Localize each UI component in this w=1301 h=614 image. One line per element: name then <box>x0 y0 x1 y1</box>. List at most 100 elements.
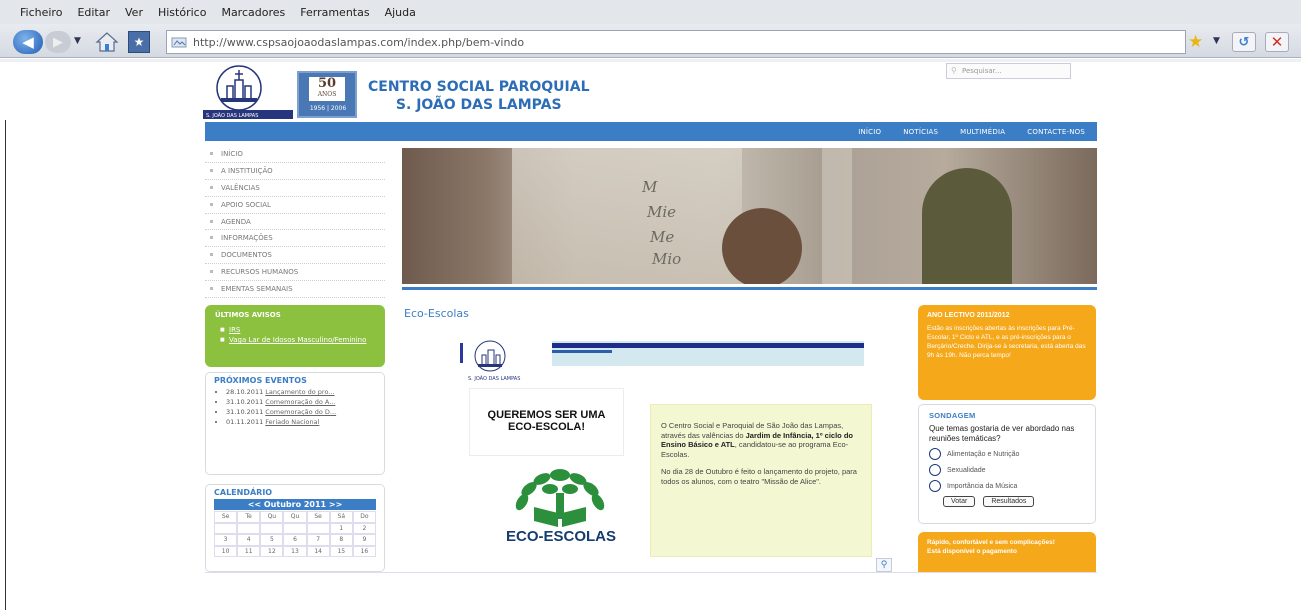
browser-menubar: Ficheiro Editar Ver Histórico Marcadores… <box>0 0 1301 24</box>
poll-option-label: Sexualidade <box>947 466 986 474</box>
eventos-box: PRÓXIMOS EVENTOS 28.10.2011 Lançamento d… <box>205 372 385 475</box>
calendar-month-nav[interactable]: << Outubro 2011 >> <box>214 499 376 510</box>
poll-option-label: Alimentação e Nutrição <box>947 450 1020 458</box>
menu-item-ver[interactable]: Ver <box>125 6 143 19</box>
calendar-day[interactable]: 11 <box>237 545 261 557</box>
event-link[interactable]: Lançamento do pro... <box>265 388 334 396</box>
sidenav-item-agenda[interactable]: AGENDA <box>205 214 385 231</box>
sidenav-item-informacoes[interactable]: INFORMAÇÕES <box>205 230 385 248</box>
sidenav-item-apoio-social[interactable]: APOIO SOCIAL <box>205 197 385 214</box>
home-icon[interactable] <box>95 31 119 53</box>
badge-word: ANOS <box>317 91 337 98</box>
menu-item-ajuda[interactable]: Ajuda <box>385 6 416 19</box>
side-navigation: INÍCIO A INSTITUIÇÃO VALÊNCIAS APOIO SOC… <box>205 146 385 299</box>
event-item: 31.10.2011 Comemoração do A... <box>226 398 376 407</box>
sidenav-item-valencias[interactable]: VALÊNCIAS <box>205 180 385 197</box>
payment-line2: Está disponível o pagamento <box>927 548 1017 555</box>
radio-button[interactable] <box>929 480 941 492</box>
url-bar[interactable]: http://www.cspsaojoaodaslampas.com/index… <box>166 30 1186 54</box>
calendar-day <box>283 522 307 534</box>
calendar-day[interactable]: 15 <box>329 545 353 557</box>
calendar-day[interactable]: 14 <box>306 545 330 557</box>
sidenav-item-inicio[interactable]: INÍCIO <box>205 146 385 163</box>
poll-option[interactable]: Importância da Música <box>929 480 1085 492</box>
event-date: 28.10.2011 <box>226 388 264 396</box>
site-title-line1: CENTRO SOCIAL PAROQUIAL <box>368 79 590 95</box>
topnav-contacte-nos[interactable]: CONTACTE-NOS <box>1027 128 1085 136</box>
article-text-box: O Centro Social e Paroquial de São João … <box>650 404 872 557</box>
event-link[interactable]: Comemoração do A... <box>265 398 335 406</box>
star-bookmark-icon[interactable]: ★ <box>1188 32 1203 52</box>
hero-image: M Mie Me Mio <box>402 148 1097 284</box>
menu-item-ferramentas[interactable]: Ferramentas <box>300 6 369 19</box>
calendar-day[interactable]: 10 <box>214 545 238 557</box>
calendar-weekday: Se <box>214 511 238 523</box>
calendar-day[interactable]: 2 <box>352 522 376 534</box>
menu-item-historico[interactable]: Histórico <box>158 6 206 19</box>
hero-divider <box>402 287 1097 290</box>
calendar-day[interactable]: 1 <box>329 522 353 534</box>
calendar-weekday: Qu <box>260 511 284 523</box>
event-item: 28.10.2011 Lançamento do pro... <box>226 388 376 397</box>
event-date: 31.10.2011 <box>226 398 264 406</box>
article-paragraph-1: O Centro Social e Paroquial de São João … <box>661 421 861 459</box>
calendar-day[interactable]: 13 <box>283 545 307 557</box>
parish-logo-icon[interactable]: S. JOÃO DAS LAMPAS <box>203 64 293 119</box>
top-navigation: INÍCIO NOTÍCIAS MULTIMÉDIA CONTACTE-NOS <box>205 122 1097 141</box>
payment-line1: Rápido, confortável e sem complicações! <box>927 539 1055 546</box>
radio-button[interactable] <box>929 464 941 476</box>
search-icon: ⚲ <box>951 66 957 75</box>
zoom-icon[interactable]: ⚲ <box>876 558 892 572</box>
bookmark-icon[interactable]: ★ <box>128 31 150 53</box>
event-link[interactable]: Feriado Nacional <box>265 418 319 426</box>
menu-item-ficheiro[interactable]: Ficheiro <box>20 6 62 19</box>
ano-letivo-text: Estão as inscrições abertas às inscriçõe… <box>927 325 1086 359</box>
stop-icon[interactable]: ✕ <box>1265 32 1289 52</box>
topnav-multimedia[interactable]: MULTIMÉDIA <box>960 128 1005 136</box>
event-link[interactable]: Comemoração do D... <box>265 408 336 416</box>
search-input[interactable]: ⚲ Pesquisar... <box>946 63 1071 79</box>
sidenav-item-documentos[interactable]: DOCUMENTOS <box>205 247 385 265</box>
sidenav-item-instituicao[interactable]: A INSTITUIÇÃO <box>205 163 385 180</box>
calendar-day[interactable]: 6 <box>283 534 307 546</box>
menu-item-editar[interactable]: Editar <box>77 6 110 19</box>
svg-text:S. JOÃO DAS LAMPAS: S. JOÃO DAS LAMPAS <box>468 375 520 382</box>
menu-item-marcadores[interactable]: Marcadores <box>221 6 285 19</box>
vote-button[interactable]: Votar <box>943 496 976 507</box>
calendar-day[interactable]: 3 <box>214 534 238 546</box>
calendar-day[interactable]: 16 <box>352 545 376 557</box>
calendar-weekday: Do <box>352 511 376 523</box>
url-text[interactable]: http://www.cspsaojoaodaslampas.com/index… <box>193 36 524 49</box>
history-dropdown-icon[interactable]: ▼ <box>74 36 81 46</box>
refresh-icon[interactable]: ↺ <box>1232 32 1256 52</box>
site-title-line2: S. JOÃO DAS LAMPAS <box>395 97 562 113</box>
aviso-link[interactable]: IRS <box>220 325 375 335</box>
payment-box[interactable]: Rápido, confortável e sem complicações! … <box>918 532 1096 572</box>
calendar-day[interactable]: 9 <box>352 534 376 546</box>
forward-arrow-icon[interactable]: ▶ <box>45 31 71 53</box>
poll-option[interactable]: Alimentação e Nutrição <box>929 448 1085 460</box>
window-left-edge <box>5 120 6 610</box>
calendar-day <box>214 522 238 534</box>
topnav-noticias[interactable]: NOTÍCIAS <box>903 128 938 136</box>
ano-letivo-box[interactable]: ANO LECTIVO 2011/2012 Estão as inscriçõe… <box>918 305 1096 400</box>
star-dropdown-icon[interactable]: ▼ <box>1213 36 1220 46</box>
topnav-inicio[interactable]: INÍCIO <box>858 128 881 136</box>
calendar-day[interactable]: 4 <box>237 534 261 546</box>
calendar-day[interactable]: 12 <box>260 545 284 557</box>
sidenav-item-recursos-humanos[interactable]: RECURSOS HUMANOS <box>205 264 385 282</box>
back-arrow-icon[interactable]: ◀ <box>13 30 43 54</box>
aviso-link[interactable]: Vaga Lar de Idosos Masculino/Feminino <box>220 335 375 345</box>
calendar-day[interactable]: 8 <box>329 534 353 546</box>
eventos-title: PRÓXIMOS EVENTOS <box>214 376 307 385</box>
event-date: 01.11.2011 <box>226 418 264 426</box>
calendar-weekday: Sá <box>329 511 353 523</box>
sidenav-item-ementas[interactable]: EMENTAS SEMANAIS <box>205 281 385 299</box>
calendar-day[interactable]: 5 <box>260 534 284 546</box>
calendar-day[interactable]: 7 <box>306 534 330 546</box>
poll-option[interactable]: Sexualidade <box>929 464 1085 476</box>
avisos-title: ÚLTIMOS AVISOS <box>215 311 281 319</box>
site-title[interactable]: CENTRO SOCIAL PAROQUIAL S. JOÃO DAS LAMP… <box>368 78 589 114</box>
radio-button[interactable] <box>929 448 941 460</box>
results-button[interactable]: Resultados <box>983 496 1035 507</box>
